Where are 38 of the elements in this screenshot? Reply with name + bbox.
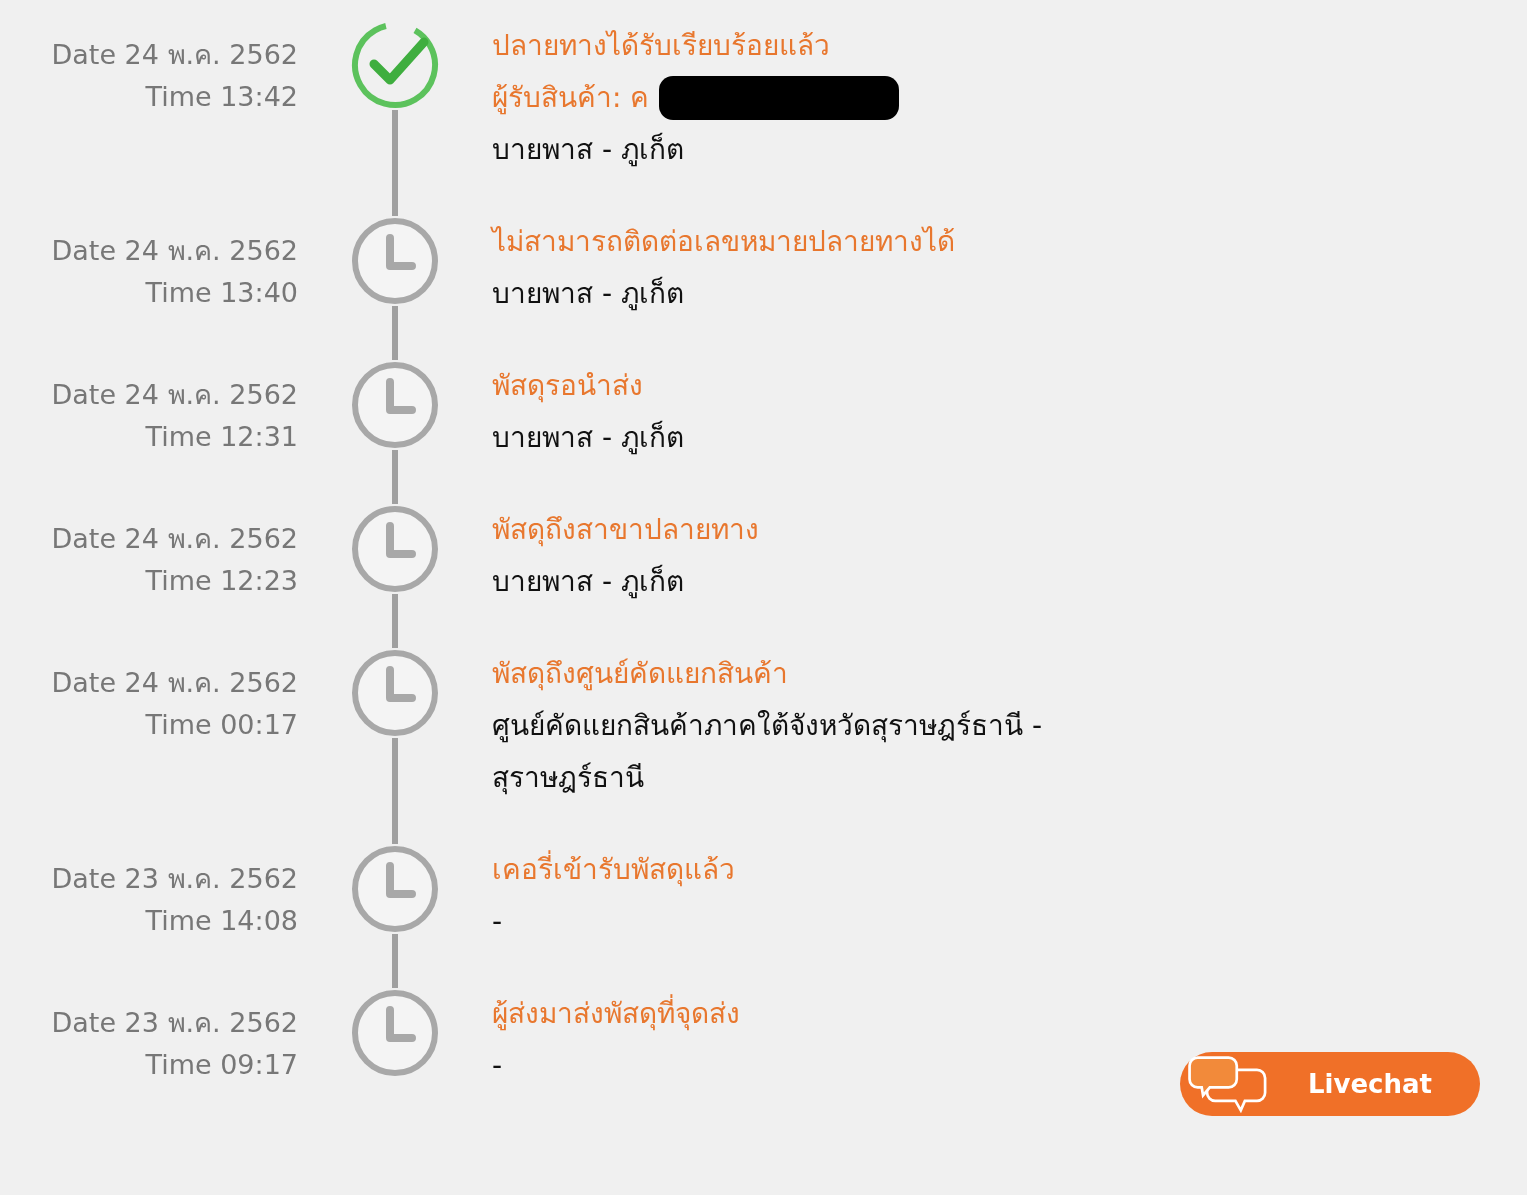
event-status: พัสดุถึงสาขาปลายทาง <box>492 512 760 549</box>
event-date: Date 24 พ.ค. 2562 <box>51 666 298 700</box>
event-location: บายพาส - ภูเก็ต <box>492 563 685 601</box>
check-circle-icon <box>350 20 440 110</box>
event-date: Date 24 พ.ค. 2562 <box>51 234 298 268</box>
event-date: Date 24 พ.ค. 2562 <box>51 378 298 412</box>
event-date: Date 23 พ.ค. 2562 <box>51 862 298 896</box>
event-location: บายพาส - ภูเก็ต <box>492 275 685 313</box>
event-status: ผู้ส่งมาส่งพัสดุที่จุดส่ง <box>492 988 1092 1040</box>
clock-icon <box>350 504 440 594</box>
clock-icon <box>350 648 440 738</box>
event-location: ศูนย์คัดแยกสินค้าภาคใต้จังหวัดสุราษฎร์ธานี - สุราษฎร์ธานี <box>492 708 1043 797</box>
event-time: Time 12:23 <box>145 564 298 598</box>
event-location: - <box>492 1048 504 1084</box>
event-status: เคอรี่เข้ารับพัสดุแล้ว <box>492 844 1092 896</box>
chat-bubbles-icon <box>1188 1055 1268 1113</box>
event-time: Time 00:17 <box>145 708 298 742</box>
event-status: ปลายทางได้รับเรียบร้อยแล้ว <box>492 28 831 64</box>
event-time: Time 14:08 <box>145 904 298 938</box>
livechat-button[interactable]: Livechat <box>1180 1052 1480 1116</box>
event-time: Time 13:40 <box>145 276 298 310</box>
recipient-label: ผู้รับสินค้า: ค <box>492 80 650 117</box>
clock-icon <box>350 216 440 306</box>
event-location: - <box>492 904 504 940</box>
event-status: พัสดุรอนำส่ง <box>492 368 644 405</box>
clock-icon <box>350 988 440 1078</box>
event-time: Time 13:42 <box>145 80 298 114</box>
event-location: บายพาส - ภูเก็ต <box>492 419 685 457</box>
event-date: Date 24 พ.ค. 2562 <box>51 38 298 72</box>
clock-icon <box>350 844 440 934</box>
event-date: Date 23 พ.ค. 2562 <box>51 1006 298 1040</box>
clock-icon <box>350 360 440 450</box>
event-status: ไม่สามารถติดต่อเลขหมายปลายทางได้ <box>492 224 956 260</box>
event-location: บายพาส - ภูเก็ต <box>492 131 685 169</box>
event-time: Time 12:31 <box>145 420 298 454</box>
event-time: Time 09:17 <box>145 1048 298 1082</box>
event-date: Date 24 พ.ค. 2562 <box>51 522 298 556</box>
event-status: พัสดุถึงศูนย์คัดแยกสินค้า <box>492 656 789 693</box>
